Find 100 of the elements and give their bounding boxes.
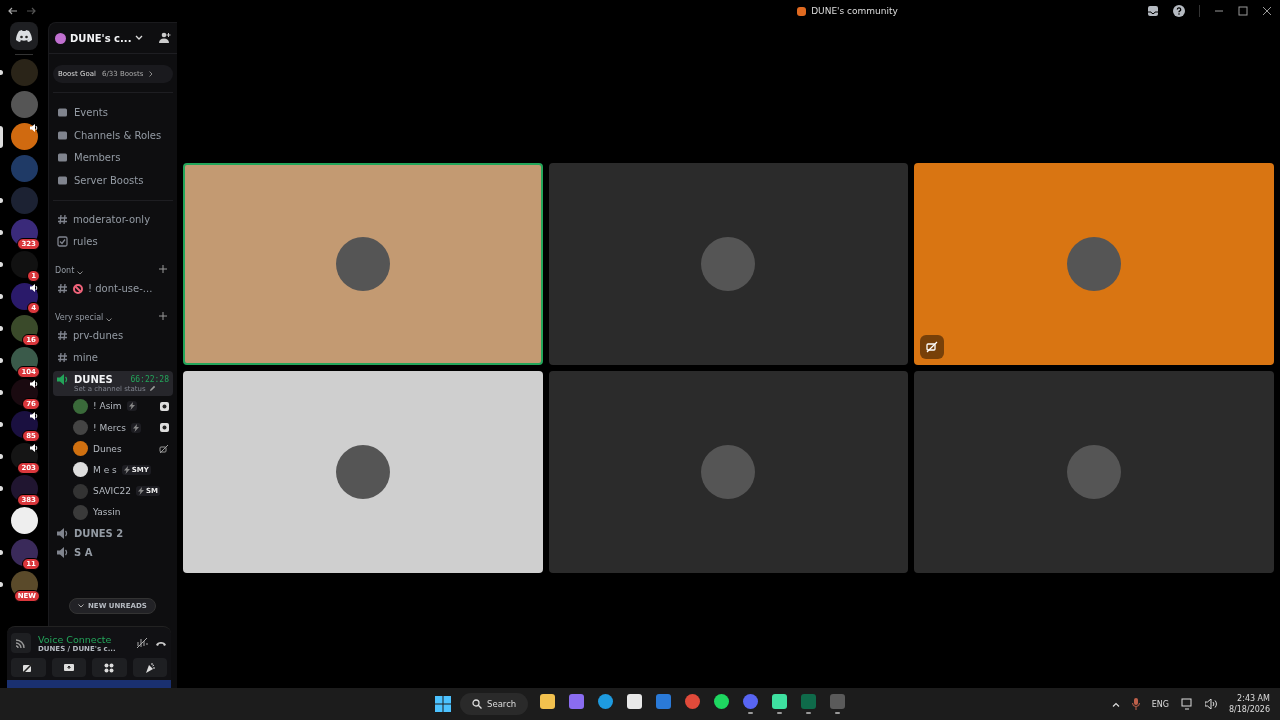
hash-icon [57,283,68,295]
speaker-icon [57,373,69,385]
lightning-icon [138,487,144,496]
participant-tile[interactable] [914,371,1274,573]
menu-item[interactable]: Channels & Roles [74,129,162,141]
hash-icon [57,330,68,342]
maximize-icon[interactable] [1238,6,1248,16]
inbox-icon[interactable] [1147,5,1159,17]
taskbar-search[interactable]: Search [460,693,529,715]
participant-tile[interactable] [914,163,1274,365]
channel-name[interactable]: S A [74,546,93,558]
hash-icon [57,352,68,364]
channel-name[interactable]: DUNES 2 [74,527,124,539]
rules-icon [57,236,68,248]
discord-home-button[interactable] [10,22,38,50]
app-icon[interactable] [771,694,787,709]
discord-logo-icon [16,30,32,42]
microphone-icon[interactable] [1131,698,1140,710]
menu-item-icon [57,106,68,118]
participant-tile[interactable] [183,371,543,573]
menu-item-icon [57,152,68,164]
screen-share-button[interactable] [51,658,86,677]
channel-name[interactable]: rules [73,236,98,248]
network-icon[interactable] [1180,698,1193,710]
participant-avatar [335,445,390,499]
user-name[interactable]: SAVIC22 [93,486,131,497]
channel-name[interactable]: moderator-only [73,214,151,226]
channel-name[interactable]: DUNES [74,373,113,385]
participant-avatar [1067,445,1122,499]
app-icon[interactable] [713,694,729,709]
window-title: DUNE's community [811,6,898,16]
channel-name[interactable]: ! dont-use-... [88,283,153,295]
menu-item[interactable]: Server Boosts [74,174,144,186]
channel-name[interactable]: prv-dunes [73,330,124,342]
close-icon[interactable] [1262,6,1272,16]
chevron-down-icon [77,270,84,275]
user-name[interactable]: M e s [93,464,117,475]
category-header[interactable]: Dont [55,265,75,275]
menu-item-icon [57,174,68,186]
app-icon[interactable] [539,694,555,709]
soundboard-icon [143,661,156,674]
participant-avatar [335,237,390,291]
no-entry-icon [73,283,83,294]
app-icon[interactable] [597,694,613,709]
server-avatar[interactable] [10,507,38,534]
search-label: Search [487,699,517,709]
activities-icon [104,662,115,673]
user-name[interactable]: Yassin [93,507,121,518]
start-icon[interactable] [435,696,451,712]
participant-tile[interactable] [548,163,909,365]
menu-item[interactable]: Members [74,152,121,164]
server-avatar[interactable] [10,315,38,342]
server-avatar[interactable] [10,123,38,150]
participant-avatar [1067,237,1122,291]
forward-arrow-icon[interactable] [26,7,36,15]
chevron-down-icon [135,35,144,41]
chevron-up-icon[interactable] [1111,701,1120,707]
category-header[interactable]: Very special [55,312,104,322]
chevron-down-icon [78,604,84,608]
participant-avatar [701,237,756,291]
activities-button[interactable] [92,658,127,677]
signal-icon [11,633,31,653]
participant-tile[interactable] [183,163,543,365]
hash-icon [57,214,68,226]
server-header[interactable]: DUNE's c... [49,23,177,54]
clock-time[interactable]: 2:43 AM [1237,693,1270,704]
speaker-icon [57,527,69,539]
language-indicator[interactable]: ENG [1151,699,1169,709]
hang-up-icon[interactable] [155,639,167,647]
user-name[interactable]: Dunes [93,443,122,454]
lightning-icon [123,465,130,474]
pencil-icon[interactable] [148,385,156,393]
user-name[interactable]: ! Mercs [93,422,126,433]
user-name[interactable]: ! Asim [93,401,122,412]
server-name: DUNE's c... [70,32,132,44]
server-icon [797,6,807,16]
chevron-right-icon [149,71,154,77]
volume-icon[interactable] [1204,699,1217,709]
add-channel-icon[interactable] [159,311,167,320]
participant-tile[interactable] [548,371,909,573]
add-channel-icon[interactable] [159,264,167,273]
screen-share-icon [62,662,75,673]
camera-off-button[interactable] [11,658,46,677]
voice-status: Voice Connecte [38,633,113,645]
app-icon[interactable] [626,694,642,709]
clock-date[interactable]: 8/18/2026 [1228,704,1270,715]
search-icon [472,699,482,709]
server-avatar[interactable] [10,539,38,566]
menu-item-icon [57,129,68,141]
help-icon[interactable] [1173,5,1185,17]
chevron-down-icon [106,317,113,322]
server-icon [55,32,66,44]
add-person-icon[interactable] [159,32,171,44]
participant-avatar [701,445,756,499]
soundboard-button[interactable] [132,658,167,677]
menu-item[interactable]: Events [74,106,108,118]
back-arrow-icon[interactable] [8,7,18,15]
channel-name[interactable]: mine [73,352,98,364]
noise-suppression-icon[interactable] [136,637,148,649]
speaker-icon [57,546,69,558]
